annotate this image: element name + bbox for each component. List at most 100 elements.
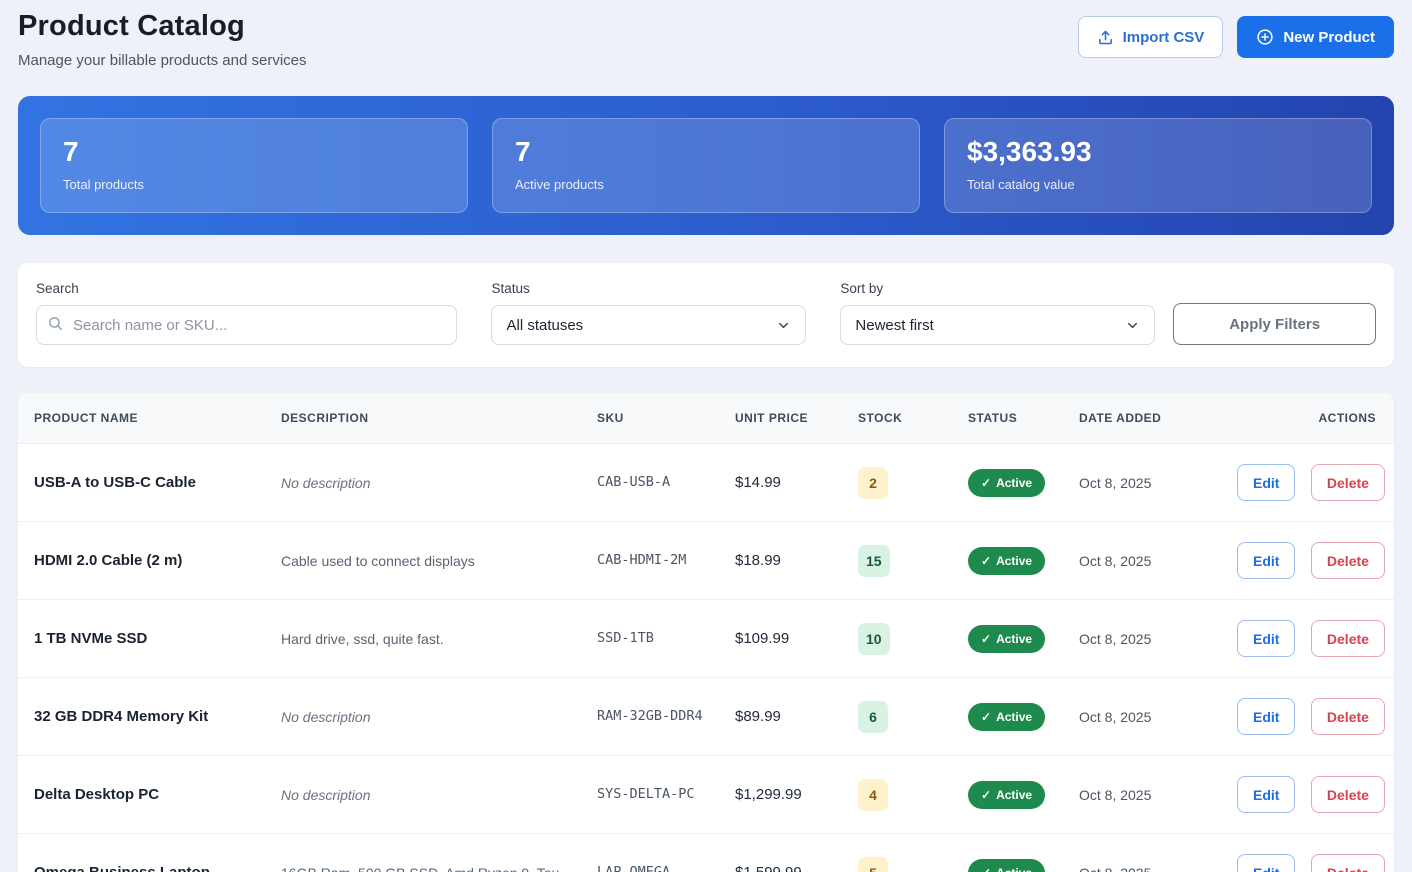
delete-button[interactable]: Delete <box>1311 776 1385 813</box>
product-date-cell: Oct 8, 2025 <box>1063 834 1221 872</box>
table-row: USB-A to USB-C Cable No description CAB-… <box>18 444 1394 522</box>
stock-badge: 5 <box>858 857 888 872</box>
stat-card-catalog-value: $3,363.93 Total catalog value <box>944 118 1372 213</box>
product-status-cell: ✓ Active <box>952 678 1063 756</box>
stock-badge: 2 <box>858 467 888 499</box>
product-description-cell: No description <box>265 678 581 756</box>
product-description-cell: No description <box>265 444 581 522</box>
product-price-cell: $89.99 <box>719 678 842 756</box>
product-status-cell: ✓ Active <box>952 756 1063 834</box>
edit-button[interactable]: Edit <box>1237 854 1295 872</box>
check-icon: ✓ <box>981 632 991 646</box>
table-row: Delta Desktop PC No description SYS-DELT… <box>18 756 1394 834</box>
product-status-cell: ✓ Active <box>952 834 1063 872</box>
check-icon: ✓ <box>981 788 991 802</box>
stock-badge: 6 <box>858 701 888 733</box>
status-badge: ✓ Active <box>968 469 1045 497</box>
stat-label: Total products <box>63 177 445 192</box>
edit-button[interactable]: Edit <box>1237 542 1295 579</box>
edit-button[interactable]: Edit <box>1237 620 1295 657</box>
delete-button[interactable]: Delete <box>1311 542 1385 579</box>
search-input[interactable] <box>36 305 457 345</box>
product-name-cell: 32 GB DDR4 Memory Kit <box>18 678 265 756</box>
product-status-cell: ✓ Active <box>952 444 1063 522</box>
check-icon: ✓ <box>981 710 991 724</box>
product-description-cell: Cable used to connect displays <box>265 522 581 600</box>
edit-button[interactable]: Edit <box>1237 698 1295 735</box>
stat-value: $3,363.93 <box>967 136 1349 168</box>
product-status-cell: ✓ Active <box>952 522 1063 600</box>
stat-card-active-products: 7 Active products <box>492 118 920 213</box>
product-name-cell: USB-A to USB-C Cable <box>18 444 265 522</box>
product-stock-cell: 6 <box>842 678 952 756</box>
table-row: 1 TB NVMe SSD Hard drive, ssd, quite fas… <box>18 600 1394 678</box>
import-csv-label: Import CSV <box>1123 29 1205 46</box>
page-heading: Product Catalog Manage your billable pro… <box>18 10 307 69</box>
product-date-cell: Oct 8, 2025 <box>1063 600 1221 678</box>
product-actions-cell: Edit Delete <box>1221 834 1394 872</box>
filter-bar: Search Status All statuses Sort by Newes… <box>18 263 1394 367</box>
sort-select-value: Newest first <box>855 317 933 334</box>
stock-badge: 10 <box>858 623 890 655</box>
new-product-button[interactable]: New Product <box>1237 16 1394 58</box>
column-header-actions: ACTIONS <box>1221 393 1394 444</box>
product-price-cell: $109.99 <box>719 600 842 678</box>
apply-filters-button[interactable]: Apply Filters <box>1173 303 1376 345</box>
product-actions-cell: Edit Delete <box>1221 600 1394 678</box>
search-label: Search <box>36 281 457 296</box>
delete-button[interactable]: Delete <box>1311 620 1385 657</box>
edit-button[interactable]: Edit <box>1237 464 1295 501</box>
product-date-cell: Oct 8, 2025 <box>1063 522 1221 600</box>
product-actions-cell: Edit Delete <box>1221 444 1394 522</box>
product-sku-cell: LAP-OMEGA <box>581 834 719 872</box>
status-badge: ✓ Active <box>968 859 1045 872</box>
product-name-cell: Omega Business Laptop <box>18 834 265 872</box>
product-price-cell: $14.99 <box>719 444 842 522</box>
product-sku-cell: SYS-DELTA-PC <box>581 756 719 834</box>
edit-button[interactable]: Edit <box>1237 776 1295 813</box>
column-header-sku: SKU <box>581 393 719 444</box>
column-header-date: DATE ADDED <box>1063 393 1221 444</box>
chevron-down-icon <box>1125 318 1140 333</box>
product-description-cell: No description <box>265 756 581 834</box>
stock-badge: 15 <box>858 545 890 577</box>
product-sku-cell: CAB-USB-A <box>581 444 719 522</box>
delete-button[interactable]: Delete <box>1311 854 1385 872</box>
product-sku-cell: SSD-1TB <box>581 600 719 678</box>
product-sku-cell: CAB-HDMI-2M <box>581 522 719 600</box>
check-icon: ✓ <box>981 476 991 490</box>
table-header: PRODUCT NAMEDESCRIPTIONSKUUNIT PRICESTOC… <box>18 393 1394 444</box>
import-csv-button[interactable]: Import CSV <box>1078 16 1224 58</box>
search-field: Search <box>36 281 457 345</box>
stat-label: Total catalog value <box>967 177 1349 192</box>
column-header-price: UNIT PRICE <box>719 393 842 444</box>
stock-badge: 4 <box>858 779 888 811</box>
status-badge: ✓ Active <box>968 547 1045 575</box>
upload-icon <box>1097 29 1114 46</box>
status-select[interactable]: All statuses <box>491 305 806 345</box>
product-actions-cell: Edit Delete <box>1221 678 1394 756</box>
stats-banner: 7 Total products 7 Active products $3,36… <box>18 96 1394 235</box>
chevron-down-icon <box>776 318 791 333</box>
table-row: Omega Business Laptop 16GB Ram, 500 GB S… <box>18 834 1394 872</box>
status-field: Status All statuses <box>491 281 806 345</box>
product-stock-cell: 5 <box>842 834 952 872</box>
delete-button[interactable]: Delete <box>1311 698 1385 735</box>
product-stock-cell: 10 <box>842 600 952 678</box>
products-table: PRODUCT NAMEDESCRIPTIONSKUUNIT PRICESTOC… <box>18 393 1394 872</box>
stat-value: 7 <box>515 136 897 168</box>
product-date-cell: Oct 8, 2025 <box>1063 678 1221 756</box>
column-header-desc: DESCRIPTION <box>265 393 581 444</box>
product-stock-cell: 15 <box>842 522 952 600</box>
product-description-cell: Hard drive, ssd, quite fast. <box>265 600 581 678</box>
product-description-cell: 16GB Ram, 500 GB SSD, Amd Ryzen 9, Tou..… <box>265 834 581 872</box>
table-row: 32 GB DDR4 Memory Kit No description RAM… <box>18 678 1394 756</box>
product-price-cell: $1,299.99 <box>719 756 842 834</box>
sort-select[interactable]: Newest first <box>840 305 1155 345</box>
product-actions-cell: Edit Delete <box>1221 756 1394 834</box>
delete-button[interactable]: Delete <box>1311 464 1385 501</box>
sort-field: Sort by Newest first <box>840 281 1155 345</box>
sort-label: Sort by <box>840 281 1155 296</box>
column-header-name: PRODUCT NAME <box>18 393 265 444</box>
stat-value: 7 <box>63 136 445 168</box>
